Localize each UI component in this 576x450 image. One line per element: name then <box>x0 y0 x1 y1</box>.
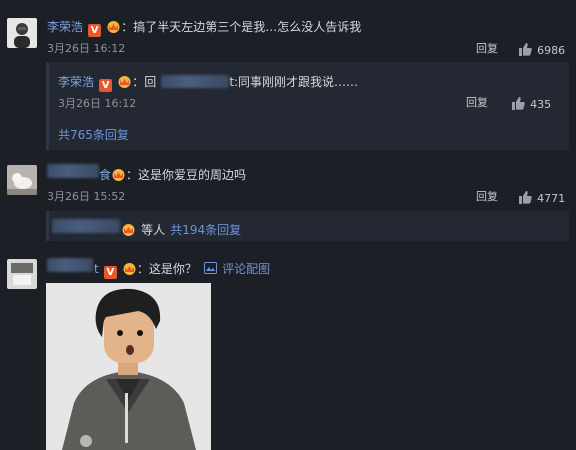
crown-badge-icon <box>123 263 136 275</box>
verified-v-icon: V <box>99 79 113 92</box>
comment-text: ：这是你？ <box>136 262 197 276</box>
redacted-username <box>161 75 230 88</box>
comment-text: ：这是你爱豆的周边吗 <box>126 168 247 182</box>
comment-author[interactable]: 李荣浩 <box>47 20 83 34</box>
sub-reply-summary: 等人 共194条回复 <box>121 219 241 238</box>
like-count: 6986 <box>537 44 566 57</box>
crown-badge-icon <box>118 76 131 88</box>
comment-time: 3月26日 16:12 <box>47 42 126 55</box>
crown-badge-icon <box>122 224 135 236</box>
avatar-image <box>7 165 37 195</box>
comment1-header: 李荣浩 V ：搞了半天左边第三个是我…怎么没人告诉我 <box>47 16 361 37</box>
comment-author[interactable]: 食 <box>99 168 111 182</box>
others-text: 等人 <box>141 223 166 237</box>
avatar-image <box>7 259 37 289</box>
redacted-username <box>47 258 93 272</box>
comment-author[interactable]: t <box>94 262 99 276</box>
sub-reply-prefix: ：回 <box>132 75 157 89</box>
cartoon-figure-picture <box>46 283 211 450</box>
avatar-image <box>7 18 37 48</box>
sub-reply-like-button[interactable]: 435 <box>511 93 551 112</box>
sub-reply-text: t:同事刚刚才跟我说…… <box>229 75 359 89</box>
verified-v-icon: V <box>103 266 117 279</box>
avatar[interactable] <box>7 165 37 195</box>
sub-reply-author[interactable]: 李荣浩 <box>58 75 94 89</box>
view-replies-link[interactable]: 共194条回复 <box>170 223 241 237</box>
comment3-header: t V ：这是你？ 评论配图 <box>94 258 270 279</box>
crown-badge-icon <box>112 169 125 181</box>
like-button[interactable]: 4771 <box>518 187 565 206</box>
thumb-up-icon <box>512 97 525 110</box>
comment-image[interactable] <box>46 283 211 450</box>
avatar[interactable] <box>7 18 37 48</box>
redacted-username <box>47 164 99 178</box>
comment-time: 3月26日 15:52 <box>47 190 126 203</box>
redacted-username <box>52 219 120 233</box>
sub-reply-like-count: 435 <box>530 98 552 111</box>
verified-v-icon: V <box>88 24 102 37</box>
comment-image-link[interactable]: 评论配图 <box>222 262 270 276</box>
crown-badge-icon <box>107 21 120 33</box>
sub-reply-header: 李荣浩 V ：回 t:同事刚刚才跟我说…… <box>58 71 358 92</box>
like-count: 4771 <box>537 192 566 205</box>
thumb-up-icon <box>519 191 532 204</box>
reply-button[interactable]: 回复 <box>476 40 498 56</box>
view-replies-link[interactable]: 共765条回复 <box>58 126 129 143</box>
reply-button[interactable]: 回复 <box>476 188 498 204</box>
comment-text: ：搞了半天左边第三个是我…怎么没人告诉我 <box>121 20 362 34</box>
sub-reply-time: 3月26日 16:12 <box>58 97 137 110</box>
image-icon <box>204 262 218 274</box>
thumb-up-icon <box>519 43 532 56</box>
like-button[interactable]: 6986 <box>518 39 565 58</box>
sub-reply-reply-button[interactable]: 回复 <box>466 94 488 110</box>
comment2-header: 食 ：这是你爱豆的周边吗 <box>99 164 246 183</box>
avatar[interactable] <box>7 259 37 289</box>
